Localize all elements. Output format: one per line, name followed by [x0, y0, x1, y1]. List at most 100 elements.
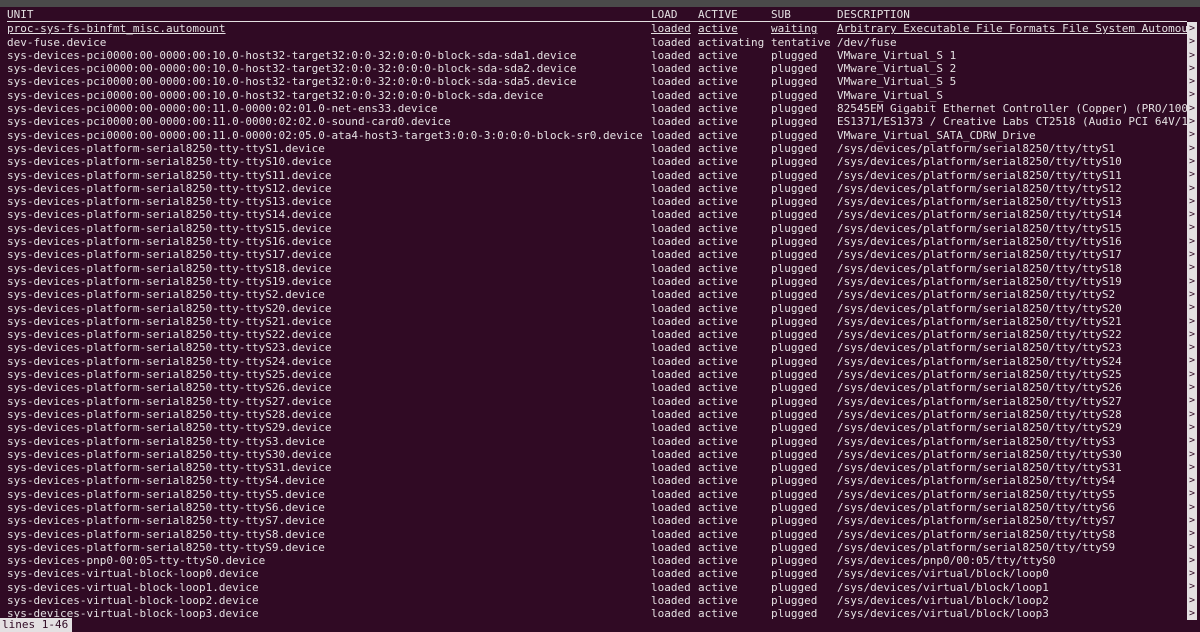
- unit-cell: sys-devices-pci0000:00-0000:00:11.0-0000…: [7, 128, 643, 142]
- load-cell: loaded: [651, 594, 691, 608]
- table-row: sys-devices-virtual-block-loop0.device lo…: [7, 567, 1187, 580]
- table-row: sys-devices-pci0000:00-0000:00:11.0-0000…: [7, 102, 1188, 116]
- description-cell: /sys/devices/platform/serial8250/tty/tty…: [837, 407, 1122, 421]
- description-cell: ES1371/ES1373 / Creative Labs CT2518 (Au…: [837, 115, 1188, 129]
- overflow-marker: >: [1187, 394, 1197, 408]
- description-cell: /sys/devices/platform/serial8250/tty/tty…: [837, 514, 1116, 528]
- sub-cell: plugged: [771, 314, 818, 328]
- overflow-marker: >: [1187, 460, 1197, 475]
- sub-cell: plugged: [771, 168, 818, 182]
- load-cell: loaded: [651, 62, 691, 76]
- table-row: sys-devices-platform-serial8250-tty-ttyS…: [7, 461, 1187, 474]
- sub-cell: plugged: [771, 102, 818, 116]
- sub-cell: plugged: [771, 181, 818, 195]
- window-top-bar: [0, 0, 1200, 7]
- active-cell: active: [698, 181, 738, 195]
- unit-list: proc-sys-fs-binfmt_misc.automount loaded a…: [7, 22, 1188, 620]
- load-cell: loaded: [651, 554, 691, 568]
- description-cell: /sys/devices/platform/serial8250/tty/tty…: [837, 274, 1122, 288]
- active-cell: active: [698, 594, 738, 608]
- description-cell: /sys/devices/platform/serial8250/tty/tty…: [837, 155, 1122, 169]
- active-cell: active: [698, 461, 738, 475]
- active-cell: active: [698, 354, 738, 368]
- sub-cell: plugged: [771, 208, 818, 222]
- description-cell: VMware_Virtual_SATA_CDRW_Drive: [837, 128, 1036, 142]
- terminal-pager[interactable]: UNIT LOAD ACTIVE SUB DESCRIPTION proc-sy…: [7, 8, 1188, 620]
- description-cell: /sys/devices/platform/serial8250/tty/tty…: [837, 168, 1122, 182]
- table-row: sys-devices-pci0000:00-0000:00:10.0-host…: [7, 89, 1187, 102]
- table-row: sys-devices-platform-serial8250-tty-ttyS…: [7, 169, 1187, 182]
- overflow-marker: >: [1187, 354, 1197, 368]
- table-row: sys-devices-platform-serial8250-tty-ttyS…: [7, 421, 1187, 434]
- overflow-marker: >: [1187, 420, 1197, 435]
- active-cell: active: [698, 580, 738, 594]
- active-cell: active: [698, 102, 738, 116]
- load-cell: loaded: [651, 288, 691, 302]
- load-cell: loaded: [651, 208, 691, 222]
- description-cell: /sys/devices/platform/serial8250/tty/tty…: [837, 261, 1122, 275]
- overflow-marker: >: [1187, 341, 1197, 355]
- header-load: LOAD: [651, 8, 678, 21]
- table-row: sys-devices-platform-serial8250-tty-ttyS…: [7, 528, 1187, 541]
- overflow-marker: >: [1187, 274, 1197, 288]
- unit-cell: sys-devices-virtual-block-loop1.device: [7, 580, 259, 594]
- active-cell: active: [698, 22, 738, 36]
- load-cell: loaded: [651, 235, 691, 249]
- table-row: sys-devices-platform-serial8250-tty-ttyS…: [7, 368, 1187, 381]
- description-cell: /sys/devices/platform/serial8250/tty/tty…: [837, 328, 1122, 342]
- sub-cell: plugged: [771, 341, 818, 355]
- unit-cell: sys-devices-platform-serial8250-tty-ttyS…: [7, 314, 332, 328]
- load-cell: loaded: [651, 474, 691, 488]
- description-cell: /sys/devices/platform/serial8250/tty/tty…: [837, 447, 1122, 461]
- table-row: sys-devices-pci0000:00-0000:00:10.0-host…: [7, 62, 1187, 75]
- description-cell: /sys/devices/platform/serial8250/tty/tty…: [837, 527, 1116, 541]
- load-cell: loaded: [651, 461, 691, 475]
- unit-cell: sys-devices-pci0000:00-0000:00:11.0-0000…: [7, 115, 451, 129]
- unit-cell: sys-devices-platform-serial8250-tty-ttyS…: [7, 155, 332, 169]
- table-row: sys-devices-pnp0-00:05-tty-ttyS0.device l…: [7, 554, 1187, 567]
- description-cell: /sys/devices/platform/serial8250/tty/tty…: [837, 461, 1122, 475]
- sub-cell: plugged: [771, 447, 818, 461]
- overflow-marker: >: [1187, 327, 1197, 342]
- table-row: sys-devices-pci0000:00-0000:00:10.0-host…: [7, 75, 1187, 88]
- unit-cell: sys-devices-pci0000:00-0000:00:10.0-host…: [7, 75, 577, 89]
- active-cell: active: [698, 500, 738, 514]
- unit-cell: sys-devices-platform-serial8250-tty-ttyS…: [7, 181, 332, 195]
- header-description: DESCRIPTION: [837, 8, 910, 21]
- table-row: sys-devices-platform-serial8250-tty-ttyS…: [7, 514, 1187, 527]
- unit-cell: sys-devices-platform-serial8250-tty-ttyS…: [7, 434, 325, 448]
- active-cell: active: [698, 474, 738, 488]
- sub-cell: plugged: [771, 301, 818, 315]
- active-cell: active: [698, 168, 738, 182]
- sub-cell: plugged: [771, 195, 818, 209]
- description-cell: VMware_Virtual_S 1: [837, 48, 957, 62]
- table-row: sys-devices-platform-serial8250-tty-ttyS…: [7, 302, 1187, 315]
- description-cell: /sys/devices/platform/serial8250/tty/tty…: [837, 235, 1122, 249]
- sub-cell: plugged: [771, 580, 818, 594]
- active-cell: active: [698, 274, 738, 288]
- description-cell: /sys/devices/platform/serial8250/tty/tty…: [837, 474, 1116, 488]
- sub-cell: plugged: [771, 274, 818, 288]
- table-row: sys-devices-platform-serial8250-tty-ttyS…: [7, 248, 1187, 261]
- description-cell: /sys/devices/platform/serial8250/tty/tty…: [837, 434, 1116, 448]
- unit-cell: sys-devices-platform-serial8250-tty-ttyS…: [7, 301, 332, 315]
- table-row: sys-devices-platform-serial8250-tty-ttyS…: [7, 448, 1187, 461]
- table-row: sys-devices-platform-serial8250-tty-ttyS…: [7, 235, 1187, 248]
- unit-cell: sys-devices-platform-serial8250-tty-ttyS…: [7, 341, 332, 355]
- description-cell: /sys/devices/platform/serial8250/tty/tty…: [837, 208, 1122, 222]
- header-active: ACTIVE: [698, 8, 738, 21]
- load-cell: loaded: [651, 447, 691, 461]
- load-cell: loaded: [651, 341, 691, 355]
- load-cell: loaded: [651, 181, 691, 195]
- load-cell: loaded: [651, 301, 691, 315]
- load-cell: loaded: [651, 75, 691, 89]
- description-cell: /sys/devices/platform/serial8250/tty/tty…: [837, 288, 1116, 302]
- sub-cell: plugged: [771, 48, 818, 62]
- active-cell: active: [698, 261, 738, 275]
- active-cell: active: [698, 567, 738, 581]
- sub-cell: plugged: [771, 115, 818, 129]
- unit-cell: sys-devices-platform-serial8250-tty-ttyS…: [7, 261, 332, 275]
- unit-cell: sys-devices-pnp0-00:05-tty-ttyS0.device: [7, 554, 266, 568]
- table-row: sys-devices-platform-serial8250-tty-ttyS…: [7, 288, 1187, 301]
- header-unit: UNIT: [7, 8, 34, 21]
